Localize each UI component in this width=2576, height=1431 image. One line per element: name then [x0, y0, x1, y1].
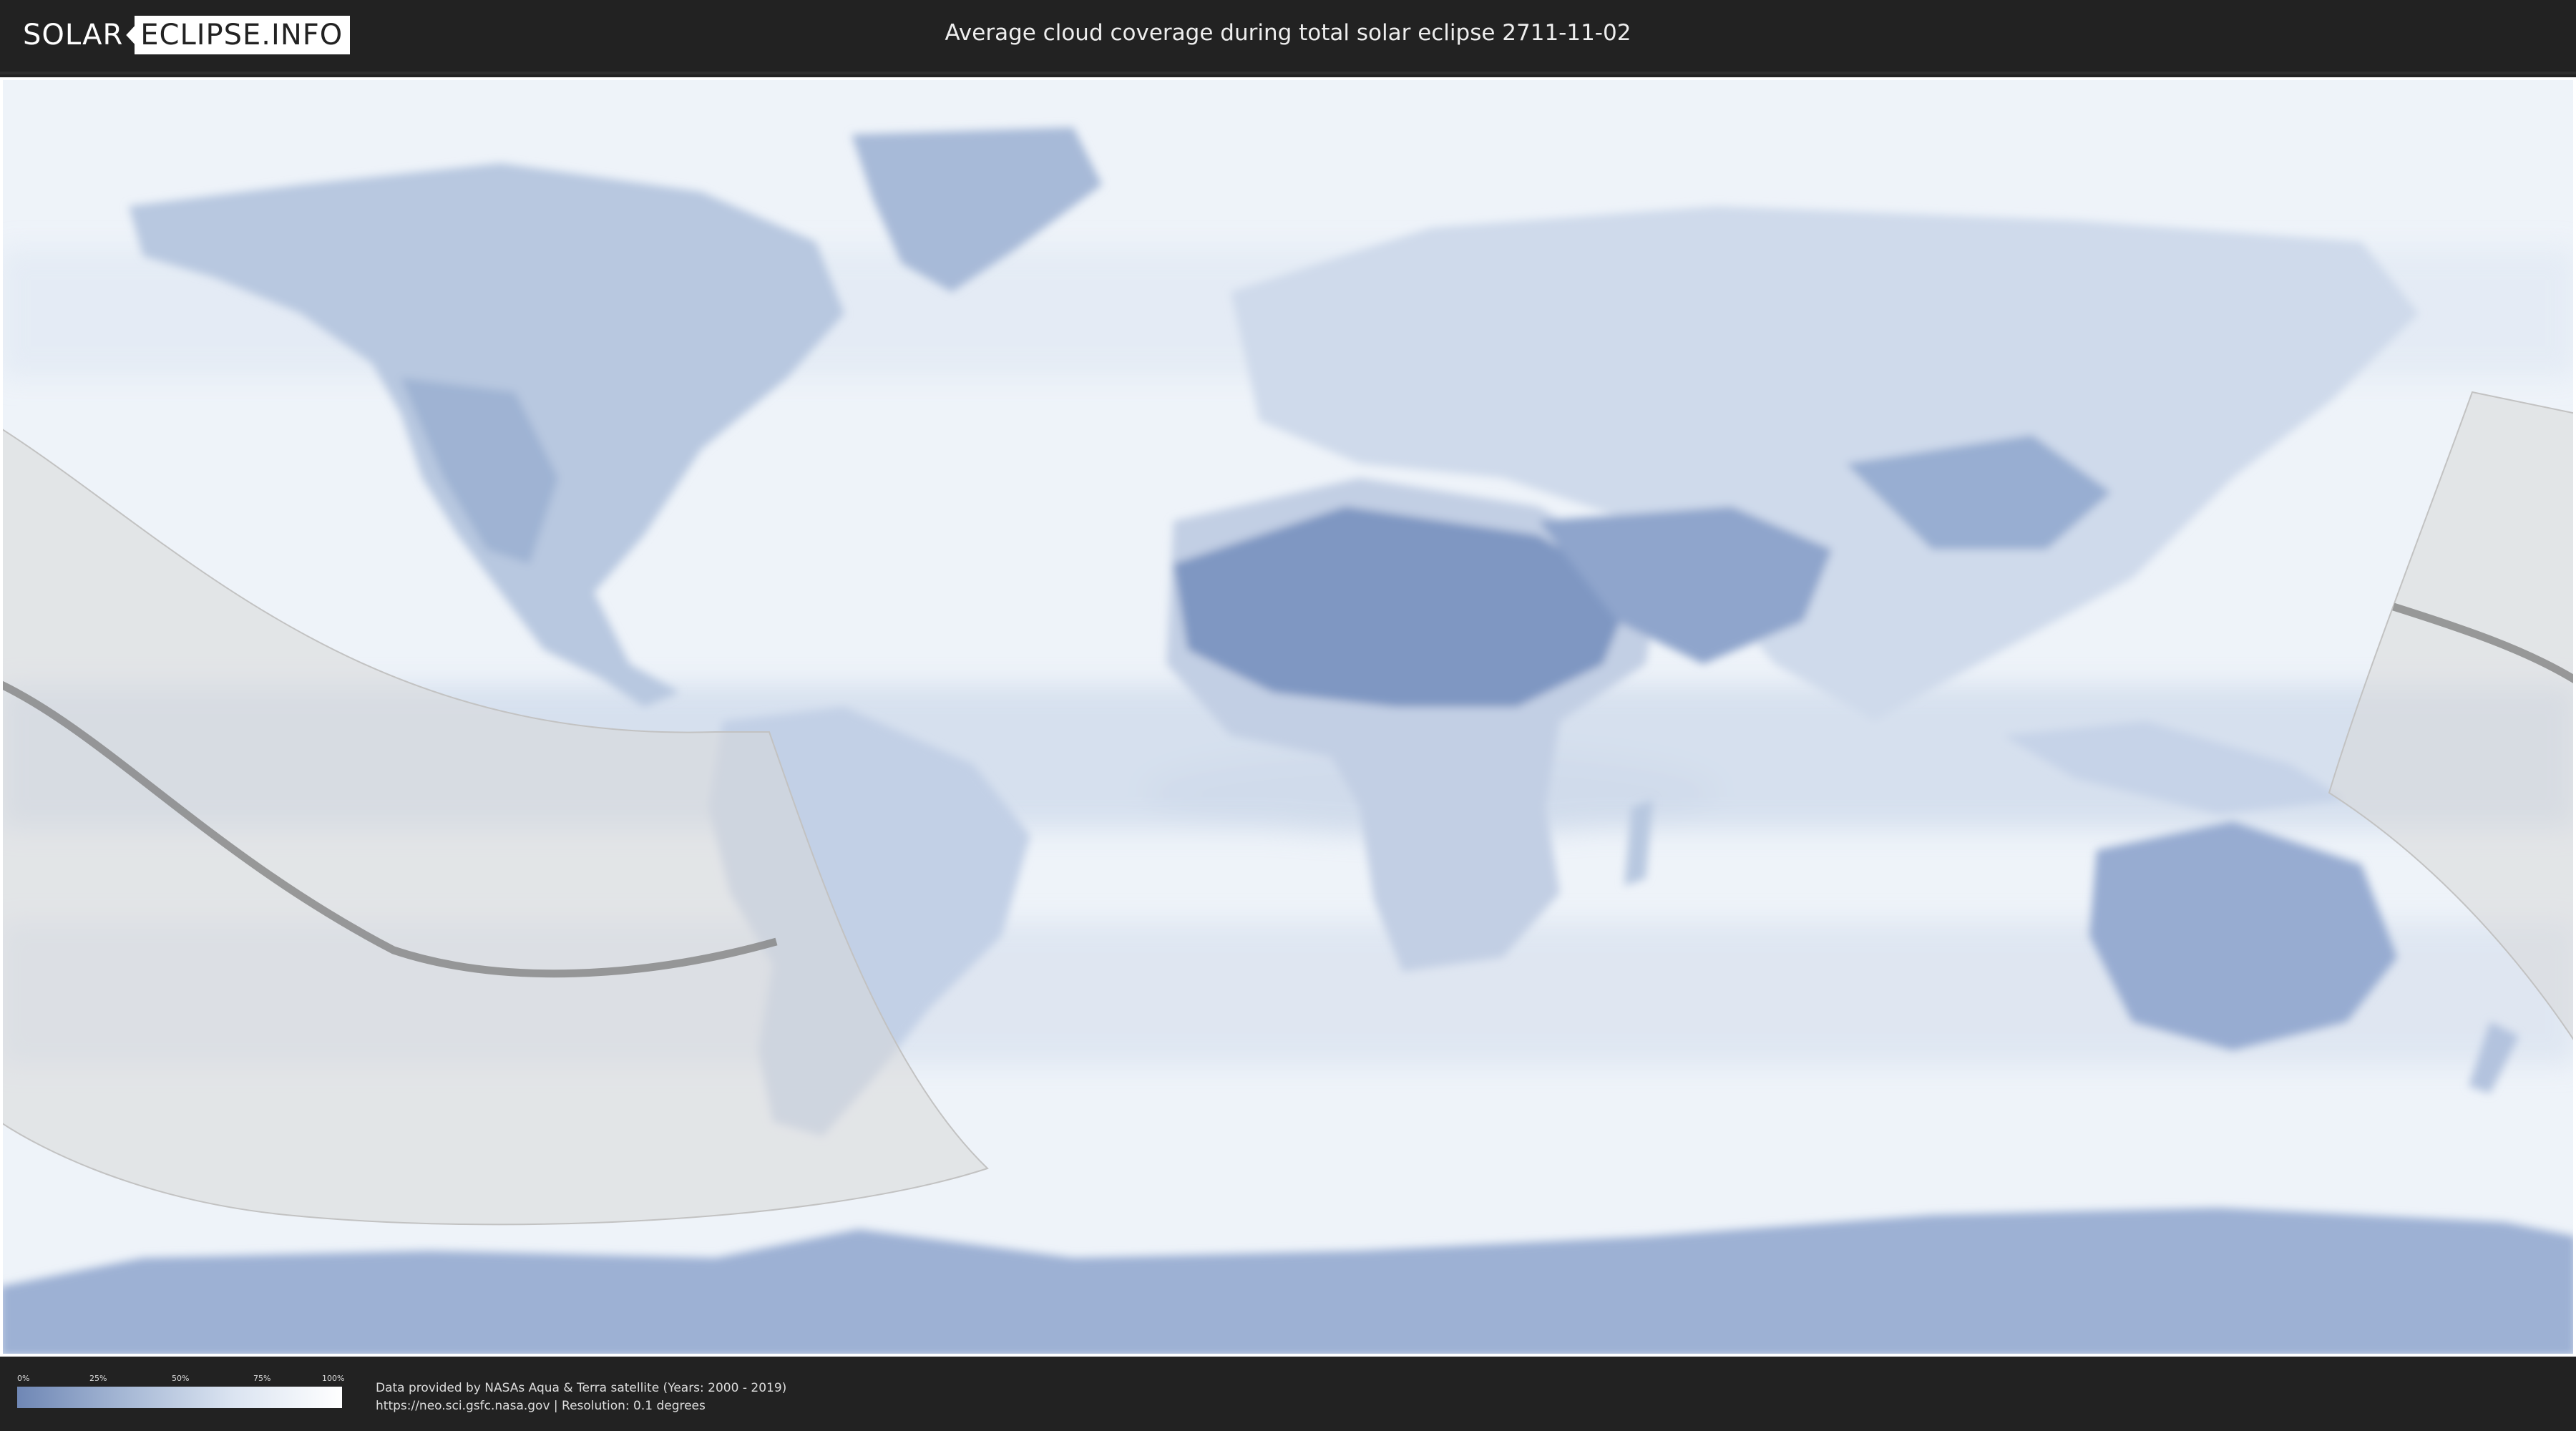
header-bar: SOLAR ECLIPSE.INFO Average cloud coverag…	[0, 0, 2576, 74]
credits-source: Data provided by NASAs Aqua & Terra sate…	[376, 1381, 787, 1395]
credits-url[interactable]: https://neo.sci.gsfc.nasa.gov | Resoluti…	[376, 1397, 786, 1415]
world-map-svg	[0, 77, 2576, 1357]
legend-tick-100: 100%	[322, 1374, 345, 1383]
legend-tick-75: 75%	[253, 1374, 271, 1383]
legend-tick-50: 50%	[172, 1374, 190, 1383]
footer-bar: 0% 25% 50% 75% 100% Data provided by NAS…	[0, 1358, 2576, 1431]
cloud-coverage-legend: 0% 25% 50% 75% 100%	[17, 1374, 345, 1417]
legend-tick-25: 25%	[89, 1374, 107, 1383]
data-credits: Data provided by NASAs Aqua & Terra sate…	[376, 1379, 786, 1415]
legend-gradient-bar	[17, 1387, 342, 1408]
legend-tick-0: 0%	[17, 1374, 30, 1383]
cloud-coverage-map	[0, 77, 2576, 1357]
page-title: Average cloud coverage during total sola…	[945, 20, 1631, 46]
